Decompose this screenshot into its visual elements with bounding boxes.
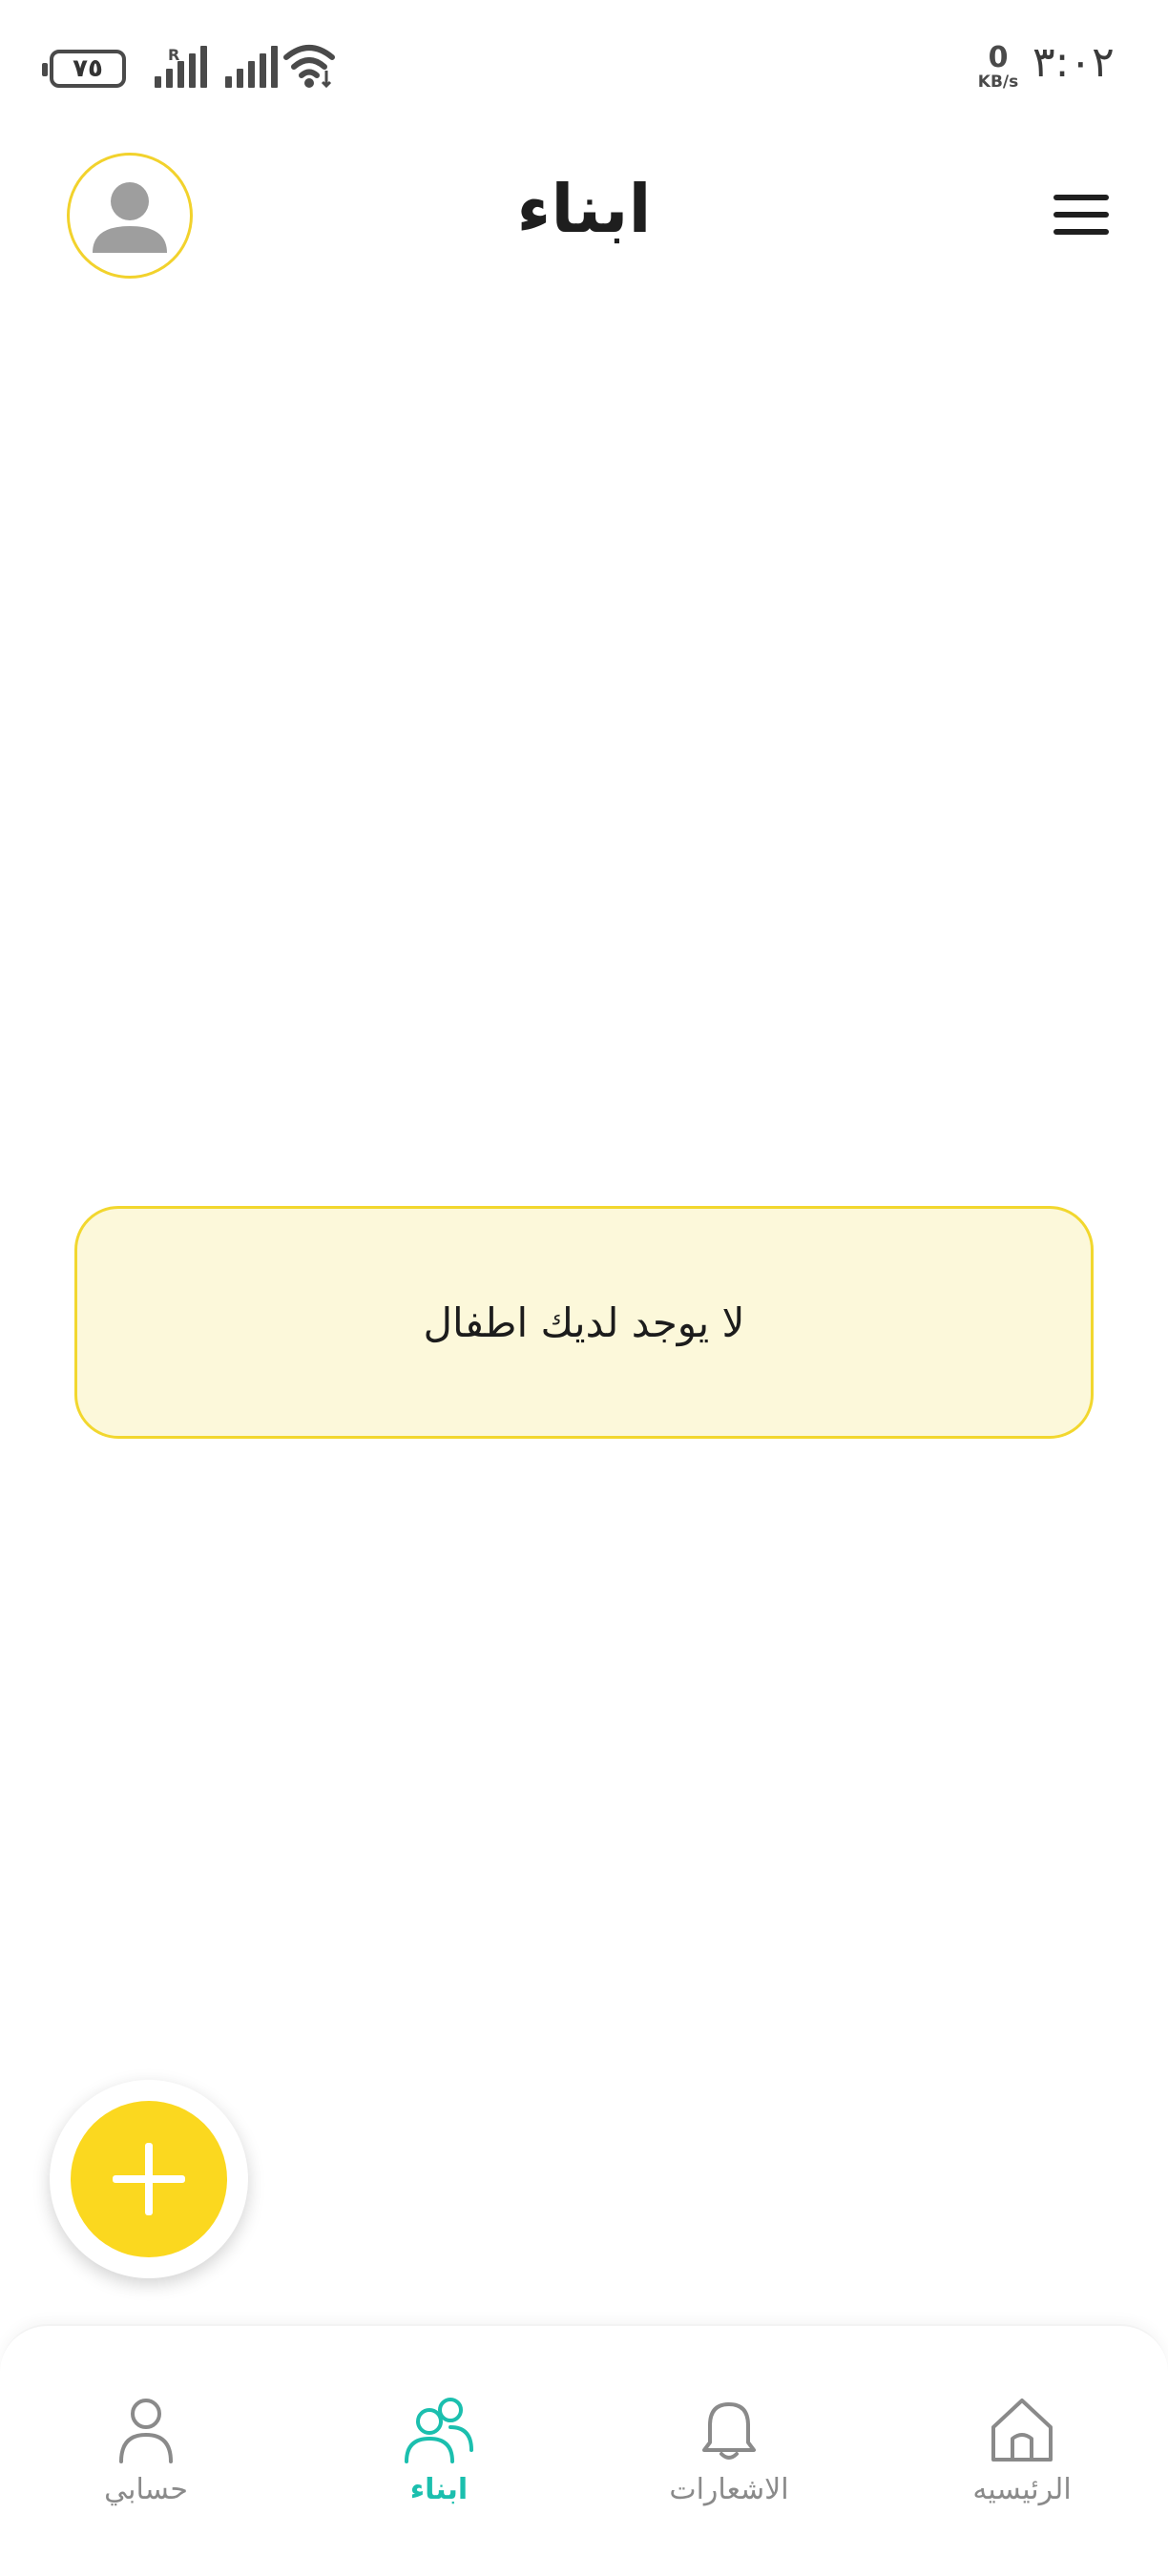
status-time: ٣:٠٢: [1032, 38, 1115, 87]
add-child-button[interactable]: [50, 2080, 248, 2278]
hamburger-menu-button[interactable]: [1050, 191, 1111, 239]
hamburger-menu-icon-bar: [1053, 229, 1109, 235]
network-speed: 0 KB/s: [975, 44, 1021, 91]
hamburger-menu-icon-bar: [1053, 212, 1109, 218]
nav-item-label: الاشعارات: [669, 2473, 789, 2506]
roaming-indicator: R: [168, 46, 180, 64]
bottom-navigation: حسابي ابناء الاشعارات الرئيسيه: [0, 2324, 1168, 2576]
nav-item-kids[interactable]: ابناء: [344, 2393, 534, 2526]
person-icon: [93, 182, 167, 253]
status-bar: ٧٥ R 0 KB/s ٣:٠٢: [0, 0, 1168, 134]
person-icon: [119, 2399, 173, 2463]
bell-icon: [702, 2402, 756, 2460]
nav-item-label: حسابي: [104, 2473, 188, 2506]
page-title: ابناء: [516, 170, 652, 248]
cellular-signal-icon-2: [225, 46, 278, 88]
people-icon: [405, 2398, 473, 2463]
battery-icon: ٧٥: [42, 50, 126, 88]
nav-item-notifications[interactable]: الاشعارات: [634, 2393, 824, 2526]
network-speed-value: 0: [988, 41, 1009, 74]
home-icon: [991, 2399, 1053, 2462]
network-speed-unit: KB/s: [977, 73, 1019, 92]
cellular-signal-icon: [155, 46, 207, 88]
nav-item-label: الرئيسيه: [972, 2473, 1072, 2506]
hamburger-menu-icon: [1053, 195, 1109, 200]
nav-item-label: ابناء: [409, 2473, 469, 2506]
plus-icon: [113, 2143, 185, 2215]
profile-avatar-button[interactable]: [67, 153, 193, 279]
add-child-button-circle: [71, 2101, 227, 2257]
empty-state-message: لا يوجد لديك اطفال: [423, 1298, 745, 1346]
empty-state-card: لا يوجد لديك اطفال: [74, 1206, 1094, 1439]
nav-item-home[interactable]: الرئيسيه: [927, 2393, 1117, 2526]
battery-level: ٧٥: [73, 54, 103, 83]
wifi-icon: [283, 45, 335, 89]
nav-item-account[interactable]: حسابي: [51, 2393, 241, 2526]
